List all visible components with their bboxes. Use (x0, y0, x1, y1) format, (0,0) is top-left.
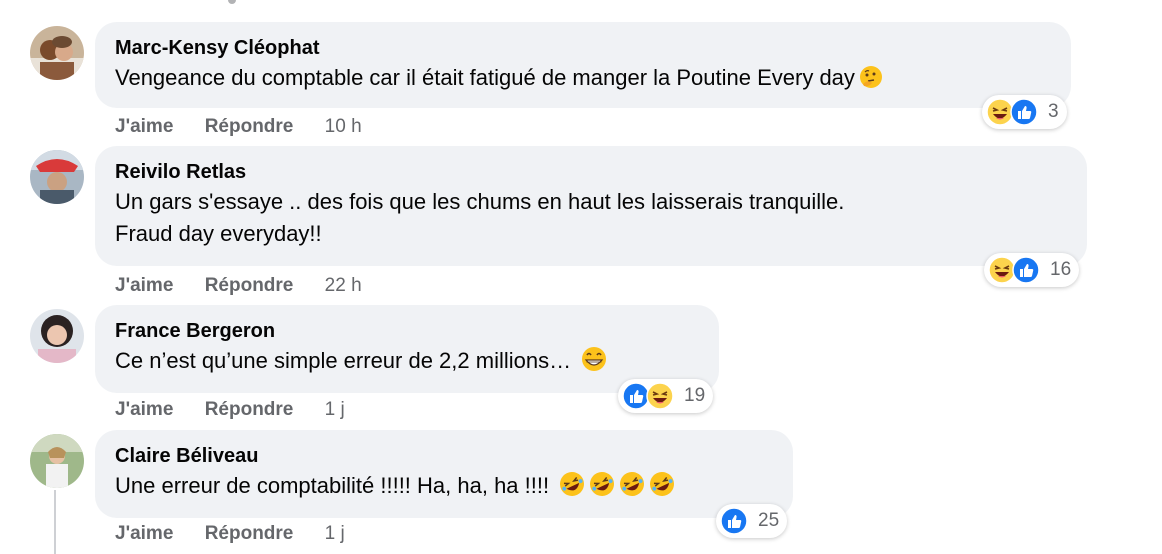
comment-actions: J'aime Répondre 1 j (115, 523, 345, 545)
comment-text-line: Une erreur de comptabilité !!!!! Ha, ha,… (115, 473, 556, 498)
like-reaction-icon (1012, 256, 1040, 284)
reply-link[interactable]: Répondre (205, 523, 294, 544)
previous-comment-fragment (228, 0, 236, 4)
comment-actions: J'aime Répondre 10 h (115, 116, 362, 138)
comment-actions: J'aime Répondre 1 j (115, 399, 345, 421)
avatar[interactable] (30, 26, 84, 80)
reaction-count: 3 (1048, 101, 1059, 122)
like-link[interactable]: J'aime (115, 275, 173, 296)
timestamp[interactable]: 1 j (325, 523, 345, 544)
reply-link[interactable]: Répondre (205, 399, 294, 420)
reaction-count: 19 (684, 385, 706, 406)
like-link[interactable]: J'aime (115, 399, 173, 420)
avatar[interactable] (30, 309, 84, 363)
reaction-summary[interactable]: 16 (984, 253, 1080, 287)
reply-link[interactable]: Répondre (205, 275, 294, 296)
comment-text: Un gars s'essaye .. des fois que les chu… (115, 186, 1067, 250)
comment-author[interactable]: Marc-Kensy Cléophat (115, 36, 1051, 60)
comment-text-line: Fraud day everyday!! (115, 221, 322, 246)
reaction-count: 16 (1050, 259, 1072, 280)
rofl-icon (589, 471, 615, 506)
like-link[interactable]: J'aime (115, 116, 173, 137)
comment-bubble: Claire Béliveau Une erreur de comptabili… (95, 430, 793, 518)
comment-bubble: France Bergeron Ce n’est qu’une simple e… (95, 305, 719, 393)
comment-author[interactable]: Claire Béliveau (115, 444, 773, 468)
timestamp[interactable]: 10 h (325, 116, 362, 137)
avatar[interactable] (30, 434, 84, 488)
comment-text: Une erreur de comptabilité !!!!! Ha, ha,… (115, 470, 773, 506)
rofl-icon (649, 471, 675, 506)
comment-bubble: Marc-Kensy Cléophat Vengeance du comptab… (95, 22, 1071, 108)
comment-text-line: Vengeance du comptable car il était fati… (115, 65, 855, 90)
reaction-count: 25 (758, 510, 780, 531)
like-reaction-icon (720, 507, 748, 535)
rofl-icon (619, 471, 645, 506)
comment-bubble: Reivilo Retlas Un gars s'essaye .. des f… (95, 146, 1087, 266)
grinning-face-icon (581, 346, 607, 381)
timestamp[interactable]: 1 j (325, 399, 345, 420)
reaction-summary[interactable]: 19 (618, 379, 714, 413)
comment-author[interactable]: France Bergeron (115, 319, 699, 343)
rofl-icon (559, 471, 585, 506)
avatar[interactable] (30, 150, 84, 204)
comment-text-line: Un gars s'essaye .. des fois que les chu… (115, 189, 845, 214)
haha-reaction-icon (646, 382, 674, 410)
comment-text-line: Ce n’est qu’une simple erreur de 2,2 mil… (115, 348, 578, 373)
timestamp[interactable]: 22 h (325, 275, 362, 296)
reaction-summary[interactable]: 3 (982, 95, 1067, 129)
reply-link[interactable]: Répondre (205, 116, 294, 137)
comment-text: Vengeance du comptable car il était fati… (115, 62, 1051, 98)
comment-actions: J'aime Répondre 22 h (115, 275, 362, 297)
comment-author[interactable]: Reivilo Retlas (115, 160, 1067, 184)
thinking-face-icon (859, 65, 883, 98)
reaction-summary[interactable]: 25 (716, 504, 788, 538)
like-link[interactable]: J'aime (115, 523, 173, 544)
comment-text: Ce n’est qu’une simple erreur de 2,2 mil… (115, 345, 699, 381)
reply-thread-line (54, 490, 56, 554)
like-reaction-icon (1010, 98, 1038, 126)
